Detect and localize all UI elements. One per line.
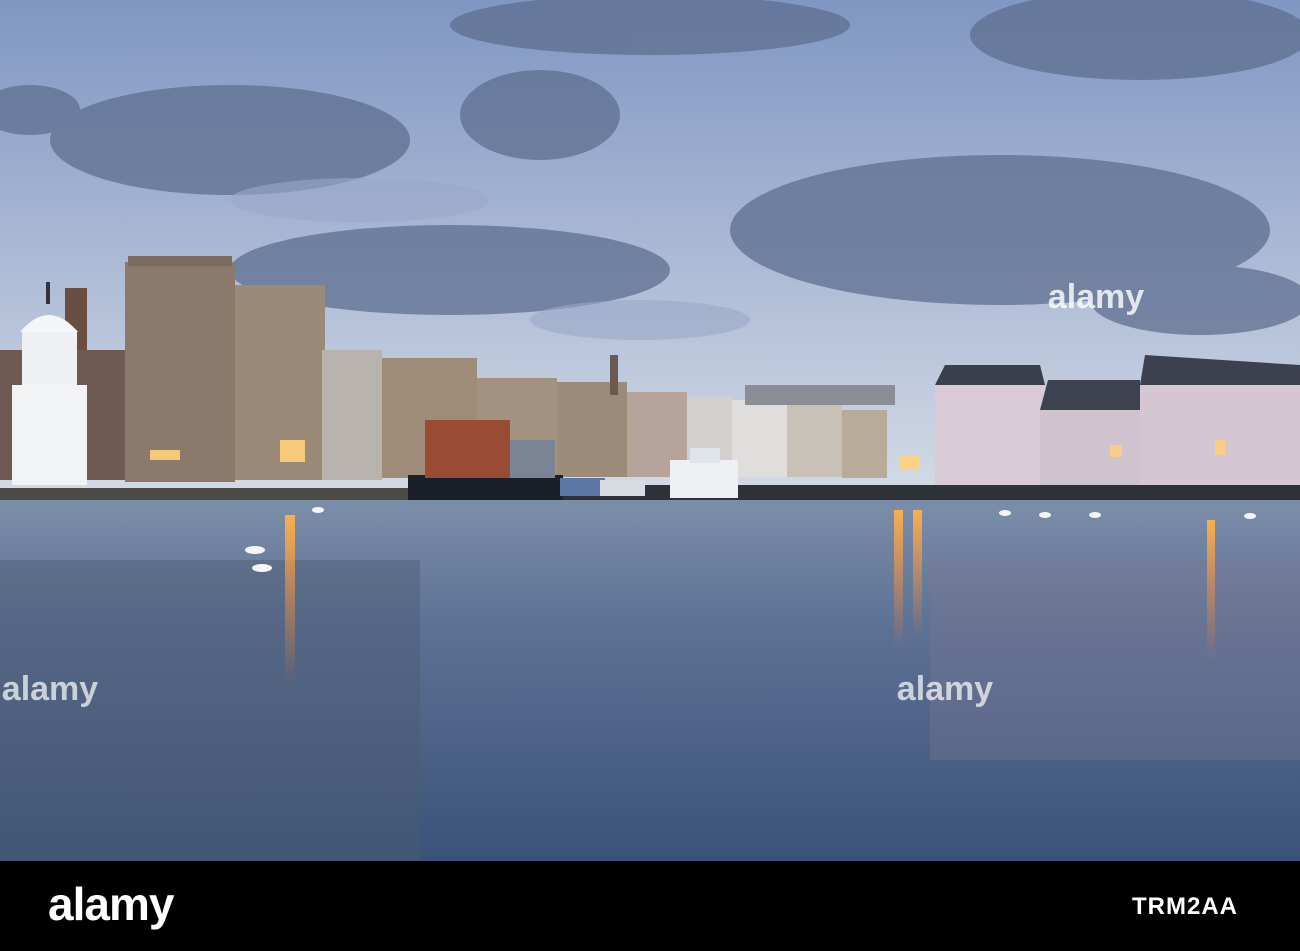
- footer-bar: alamy TRM2AA: [0, 861, 1300, 951]
- image-id: TRM2AA: [1132, 893, 1238, 920]
- harbour-photo: alamy alamy alamy: [0, 0, 1300, 861]
- watermark: alamy: [897, 670, 993, 708]
- watermark: alamy: [2, 670, 98, 708]
- brand-logo[interactable]: alamy: [48, 877, 174, 931]
- watermark: alamy: [1048, 278, 1144, 316]
